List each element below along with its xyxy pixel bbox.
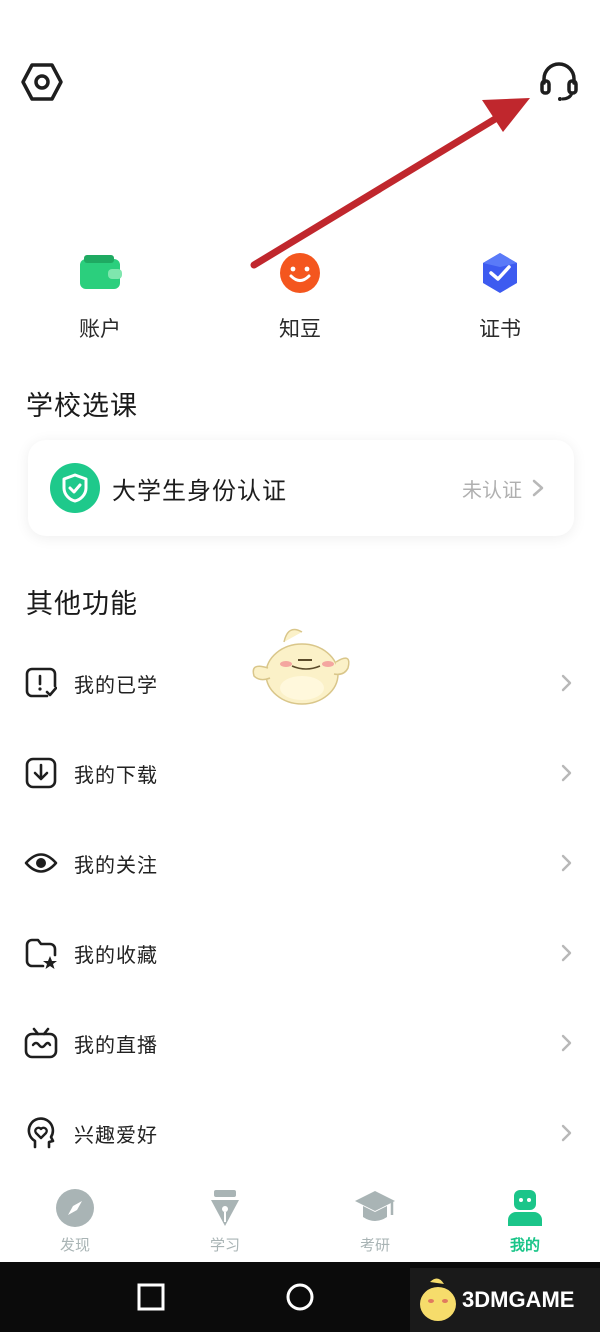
tab-label: 发现 xyxy=(59,1236,90,1254)
chevron-right-icon xyxy=(561,1124,572,1142)
mascot-illustration xyxy=(252,628,350,705)
favorite-star-icon xyxy=(24,936,58,970)
chevron-right-icon xyxy=(561,854,572,872)
feature-label: 兴趣爱好 xyxy=(74,1122,158,1147)
verification-status: 未认证 xyxy=(462,477,522,502)
feature-item-following[interactable]: 我的关注 xyxy=(0,818,600,908)
feature-item-live[interactable]: 我的直播 xyxy=(0,998,600,1088)
chevron-right-icon xyxy=(532,479,544,497)
watermark-text: 3DMGAME xyxy=(462,1287,575,1312)
tab-label: 学习 xyxy=(209,1236,240,1254)
pen-nib-icon xyxy=(203,1186,247,1230)
customer-service-button[interactable] xyxy=(536,58,582,104)
hobby-icon xyxy=(24,1116,58,1150)
feature-item-favorites[interactable]: 我的收藏 xyxy=(0,908,600,998)
certificate-badge-icon xyxy=(472,245,528,301)
feature-label: 我的收藏 xyxy=(74,942,158,967)
quick-action-label: 知豆 xyxy=(279,317,321,341)
tab-discover[interactable]: 发现 xyxy=(0,1178,150,1262)
graduation-cap-icon xyxy=(353,1186,397,1230)
feature-label: 我的直播 xyxy=(74,1032,158,1057)
top-bar xyxy=(0,0,600,160)
quick-action-account[interactable]: 账户 xyxy=(0,245,200,345)
quick-actions: 账户 知豆 证书 xyxy=(0,245,600,345)
chevron-right-icon xyxy=(561,764,572,782)
quick-action-label: 证书 xyxy=(479,317,521,341)
section-title-school: 学校选课 xyxy=(26,391,138,422)
hexagon-settings-icon xyxy=(21,63,63,101)
learned-icon xyxy=(24,666,58,700)
tab-label: 我的 xyxy=(509,1236,540,1254)
shield-check-icon xyxy=(50,463,100,513)
feature-list: 我的已学 我的下载 我的关注 我的收藏 我的直播 兴趣爱好 xyxy=(0,638,600,1178)
download-icon xyxy=(24,756,58,790)
recent-apps-icon[interactable] xyxy=(136,1282,166,1312)
student-verification-card[interactable]: 大学生身份认证 未认证 xyxy=(28,440,574,536)
bottom-tab-bar: 发现 学习 考研 我的 xyxy=(0,1178,600,1262)
user-icon xyxy=(503,1186,547,1230)
tab-postgraduate[interactable]: 考研 xyxy=(300,1178,450,1262)
quick-action-zhidou[interactable]: 知豆 xyxy=(200,245,400,345)
smiley-coin-icon xyxy=(272,245,328,301)
tv-live-icon xyxy=(24,1026,58,1060)
compass-icon xyxy=(53,1186,97,1230)
watermark-mascot-icon xyxy=(420,1278,456,1321)
headset-icon xyxy=(540,62,578,101)
eye-icon xyxy=(24,846,58,880)
quick-action-certificate[interactable]: 证书 xyxy=(400,245,600,345)
home-icon[interactable] xyxy=(285,1282,315,1312)
section-title-other: 其他功能 xyxy=(26,589,138,620)
tab-mine[interactable]: 我的 xyxy=(450,1178,600,1262)
feature-label: 我的下载 xyxy=(74,762,158,787)
verification-label: 大学生身份认证 xyxy=(112,476,287,505)
wallet-icon xyxy=(72,245,128,301)
settings-button[interactable] xyxy=(20,60,64,104)
chevron-right-icon xyxy=(561,1034,572,1052)
tab-study[interactable]: 学习 xyxy=(150,1178,300,1262)
feature-label: 我的已学 xyxy=(74,672,158,697)
watermark: 3DMGAME xyxy=(410,1268,600,1332)
chevron-right-icon xyxy=(561,674,572,692)
feature-item-downloads[interactable]: 我的下载 xyxy=(0,728,600,818)
quick-action-label: 账户 xyxy=(79,317,121,341)
feature-item-hobbies[interactable]: 兴趣爱好 xyxy=(0,1088,600,1178)
chevron-right-icon xyxy=(561,944,572,962)
tab-label: 考研 xyxy=(359,1236,390,1254)
feature-label: 我的关注 xyxy=(74,852,158,877)
